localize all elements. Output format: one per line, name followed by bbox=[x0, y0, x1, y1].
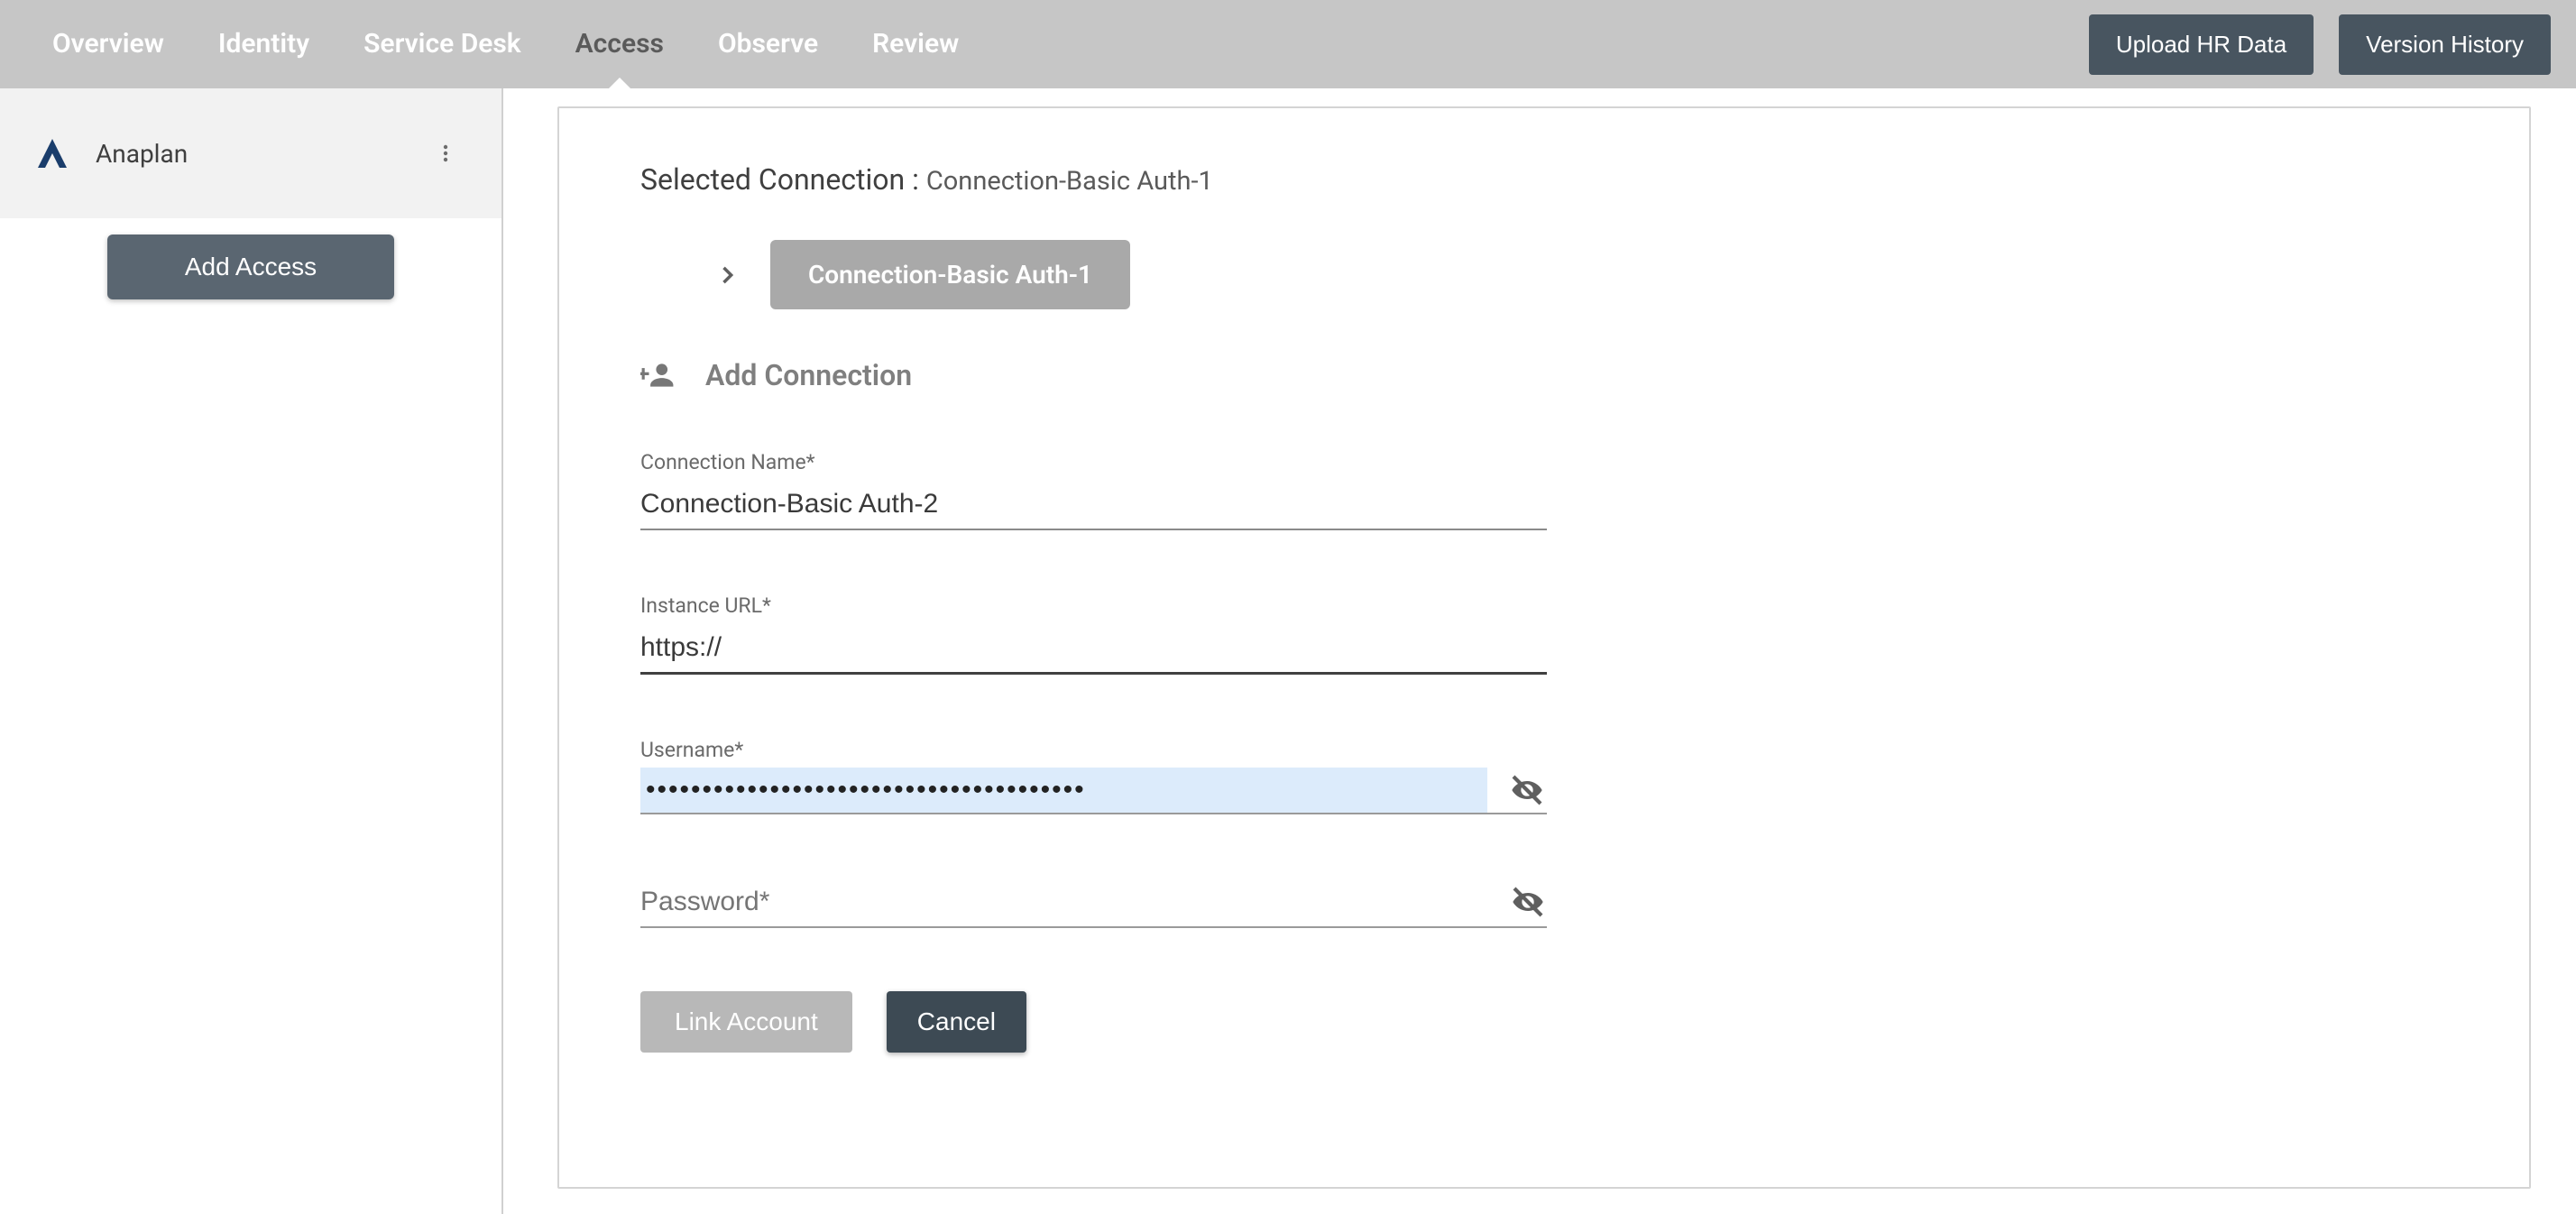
connection-panel: Selected Connection : Connection-Basic A… bbox=[557, 106, 2531, 1189]
username-field: Username* bbox=[640, 738, 1547, 814]
sidebar-app-row[interactable]: Anaplan bbox=[0, 88, 501, 218]
sidebar-app-name: Anaplan bbox=[96, 139, 435, 169]
tab-access[interactable]: Access bbox=[548, 0, 691, 88]
tab-observe[interactable]: Observe bbox=[691, 0, 845, 88]
version-history-button[interactable]: Version History bbox=[2339, 14, 2551, 75]
username-label: Username* bbox=[640, 738, 1547, 762]
add-connection-label: Add Connection bbox=[705, 358, 912, 392]
add-connection-row[interactable]: Add Connection bbox=[640, 358, 2448, 392]
main-split: Anaplan Add Access Selected Connection :… bbox=[0, 88, 2576, 1214]
content-area: Selected Connection : Connection-Basic A… bbox=[503, 88, 2576, 1214]
kebab-menu-icon[interactable] bbox=[435, 143, 467, 164]
upload-hr-data-button[interactable]: Upload HR Data bbox=[2089, 14, 2314, 75]
add-access-button[interactable]: Add Access bbox=[107, 235, 394, 299]
link-account-button[interactable]: Link Account bbox=[640, 991, 852, 1053]
toggle-username-visibility-icon[interactable] bbox=[1507, 770, 1547, 810]
connection-breadcrumb: Connection-Basic Auth-1 bbox=[711, 240, 2448, 309]
add-person-icon bbox=[640, 358, 675, 392]
selected-connection-heading: Selected Connection : Connection-Basic A… bbox=[640, 162, 2448, 197]
selected-connection-label: Selected Connection : bbox=[640, 162, 919, 197]
password-input[interactable] bbox=[640, 878, 1490, 926]
connection-pill[interactable]: Connection-Basic Auth-1 bbox=[770, 240, 1130, 309]
instance-url-field: Instance URL* bbox=[640, 593, 1547, 675]
connection-name-input[interactable] bbox=[640, 480, 1547, 530]
sidebar: Anaplan Add Access bbox=[0, 88, 503, 1214]
connection-name-field: Connection Name* bbox=[640, 450, 1547, 530]
instance-url-label: Instance URL* bbox=[640, 593, 1547, 618]
anaplan-logo-icon bbox=[34, 135, 70, 171]
cancel-button[interactable]: Cancel bbox=[887, 991, 1026, 1053]
chevron-right-icon[interactable] bbox=[711, 259, 743, 291]
toggle-password-visibility-icon[interactable] bbox=[1510, 882, 1547, 922]
tab-identity[interactable]: Identity bbox=[191, 0, 336, 88]
form-button-row: Link Account Cancel bbox=[640, 991, 2448, 1053]
connection-name-label: Connection Name* bbox=[640, 450, 1547, 474]
instance-url-input[interactable] bbox=[640, 623, 1547, 675]
username-input[interactable] bbox=[640, 768, 1487, 813]
tab-review[interactable]: Review bbox=[845, 0, 986, 88]
top-navbar: Overview Identity Service Desk Access Ob… bbox=[0, 0, 2576, 88]
password-field bbox=[640, 878, 1547, 928]
tab-overview[interactable]: Overview bbox=[25, 0, 191, 88]
tab-service-desk[interactable]: Service Desk bbox=[336, 0, 548, 88]
nav-tabs: Overview Identity Service Desk Access Ob… bbox=[25, 0, 986, 88]
selected-connection-value: Connection-Basic Auth-1 bbox=[926, 166, 1213, 197]
